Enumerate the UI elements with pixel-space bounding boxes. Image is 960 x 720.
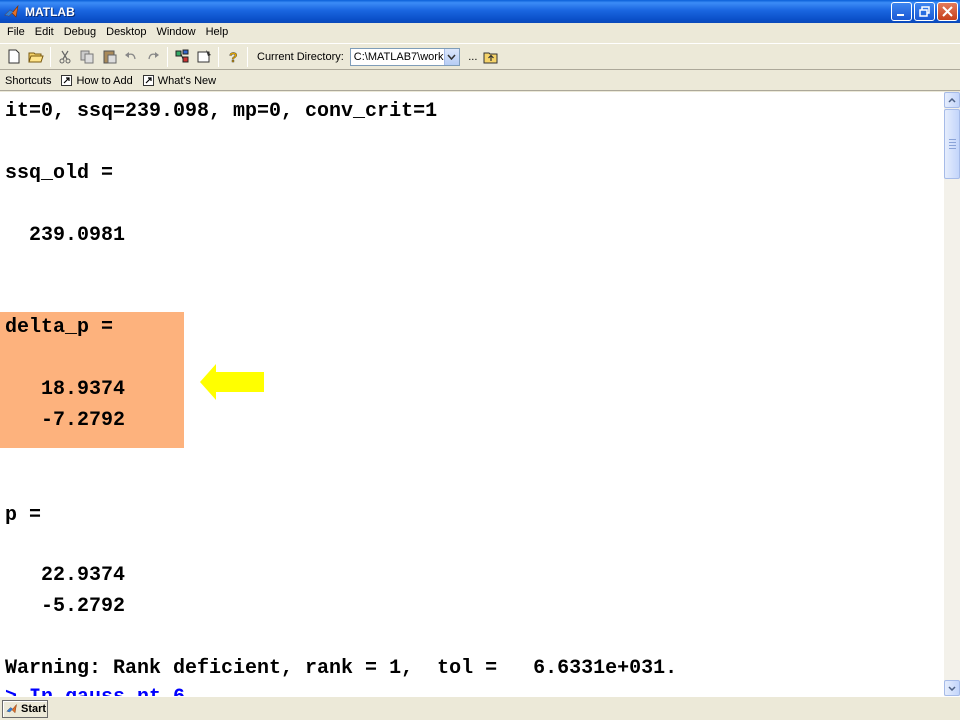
output-line: -5.2792 <box>5 595 126 618</box>
menu-help[interactable]: Help <box>201 23 234 42</box>
window-title: MATLAB <box>25 4 75 19</box>
shortcut-how-to-add[interactable]: How to Add <box>61 74 133 87</box>
matlab-logo-icon <box>4 4 19 18</box>
matlab-logo-icon <box>6 703 17 714</box>
restore-button[interactable] <box>914 2 935 21</box>
output-line: it=0, ssq=239.098, mp=0, conv_crit=1 <box>5 100 438 123</box>
vertical-scrollbar[interactable] <box>944 92 960 696</box>
help-question-icon: ? <box>229 49 238 64</box>
menu-desktop[interactable]: Desktop <box>101 23 151 42</box>
chevron-up-icon <box>948 97 956 103</box>
output-line: p = <box>5 504 42 527</box>
menu-file[interactable]: File <box>2 23 30 42</box>
close-button[interactable] <box>937 2 958 21</box>
warning-line: Warning: Rank deficient, rank = 1, tol =… <box>5 657 678 680</box>
guide-button[interactable] <box>193 46 215 68</box>
guide-icon <box>197 50 211 63</box>
paste-button[interactable] <box>98 46 120 68</box>
parent-directory-button[interactable] <box>480 46 502 68</box>
shortcut-label: How to Add <box>76 74 133 87</box>
chevron-down-icon <box>948 685 956 691</box>
copy-button[interactable] <box>76 46 98 68</box>
stack-trace-link[interactable]: > In gauss_nt_6 <box>5 686 185 696</box>
start-button[interactable]: Start <box>2 700 48 718</box>
simulink-button[interactable] <box>171 46 193 68</box>
scissors-icon <box>59 50 71 63</box>
current-directory-dropdown[interactable]: C:\MATLAB7\work <box>349 47 460 66</box>
open-file-button[interactable] <box>25 46 47 68</box>
menu-window[interactable]: Window <box>151 23 200 42</box>
cut-button[interactable] <box>54 46 76 68</box>
output-line: ssq_old = <box>5 162 114 185</box>
shortcuts-bar: Shortcuts How to Add What's New <box>0 71 960 91</box>
redo-icon <box>148 51 159 59</box>
toolbar-separator <box>167 46 168 67</box>
browse-directory-button[interactable]: ... <box>466 51 480 63</box>
command-window[interactable]: it=0, ssq=239.098, mp=0, conv_crit=1 ssq… <box>0 92 944 696</box>
minimize-button[interactable] <box>891 2 912 21</box>
toolbar-separator <box>218 46 219 67</box>
chevron-down-icon <box>447 54 456 60</box>
output-line: 18.9374 <box>5 378 126 401</box>
help-button[interactable]: ? <box>222 46 244 68</box>
toolbar: ? Current Directory: C:\MATLAB7\work ... <box>0 43 960 70</box>
toolbar-separator <box>247 46 248 67</box>
scroll-up-button[interactable] <box>944 92 960 108</box>
open-folder-icon <box>28 52 44 62</box>
copy-icon <box>80 50 93 63</box>
undo-button[interactable] <box>120 46 142 68</box>
shortcut-arrow-icon <box>61 75 73 86</box>
menu-edit[interactable]: Edit <box>30 23 59 42</box>
new-file-button[interactable] <box>3 46 25 68</box>
shortcut-whats-new[interactable]: What's New <box>142 74 217 87</box>
redo-button[interactable] <box>142 46 164 68</box>
dropdown-arrow-button[interactable] <box>443 48 459 65</box>
current-directory-label: Current Directory: <box>257 50 344 63</box>
output-line: -7.2792 <box>5 409 126 432</box>
shortcuts-label[interactable]: Shortcuts <box>5 75 51 87</box>
undo-icon <box>125 51 136 59</box>
restore-icon <box>919 6 930 17</box>
current-directory-value: C:\MATLAB7\work <box>353 50 444 63</box>
scroll-down-button[interactable] <box>944 680 960 696</box>
menu-debug[interactable]: Debug <box>59 23 101 42</box>
scroll-thumb[interactable] <box>944 109 960 179</box>
shortcut-label: What's New <box>157 74 217 87</box>
output-line: 239.0981 <box>5 224 126 247</box>
close-icon <box>942 6 953 17</box>
svg-text:?: ? <box>229 49 238 64</box>
taskbar: Start <box>0 696 960 720</box>
output-line: delta_p = <box>5 316 114 339</box>
simulink-icon <box>175 49 188 63</box>
output-line: 22.9374 <box>5 564 126 587</box>
shortcut-arrow-icon <box>142 75 154 86</box>
toolbar-separator <box>50 46 51 67</box>
folder-up-icon <box>483 52 498 63</box>
menu-bar: File Edit Debug Desktop Window Help <box>0 23 960 42</box>
start-label: Start <box>21 703 47 715</box>
minimize-icon <box>897 14 904 16</box>
yellow-arrow-icon <box>200 364 264 400</box>
title-bar[interactable]: MATLAB <box>0 0 960 23</box>
paste-icon <box>103 50 116 64</box>
new-file-icon <box>8 49 20 64</box>
